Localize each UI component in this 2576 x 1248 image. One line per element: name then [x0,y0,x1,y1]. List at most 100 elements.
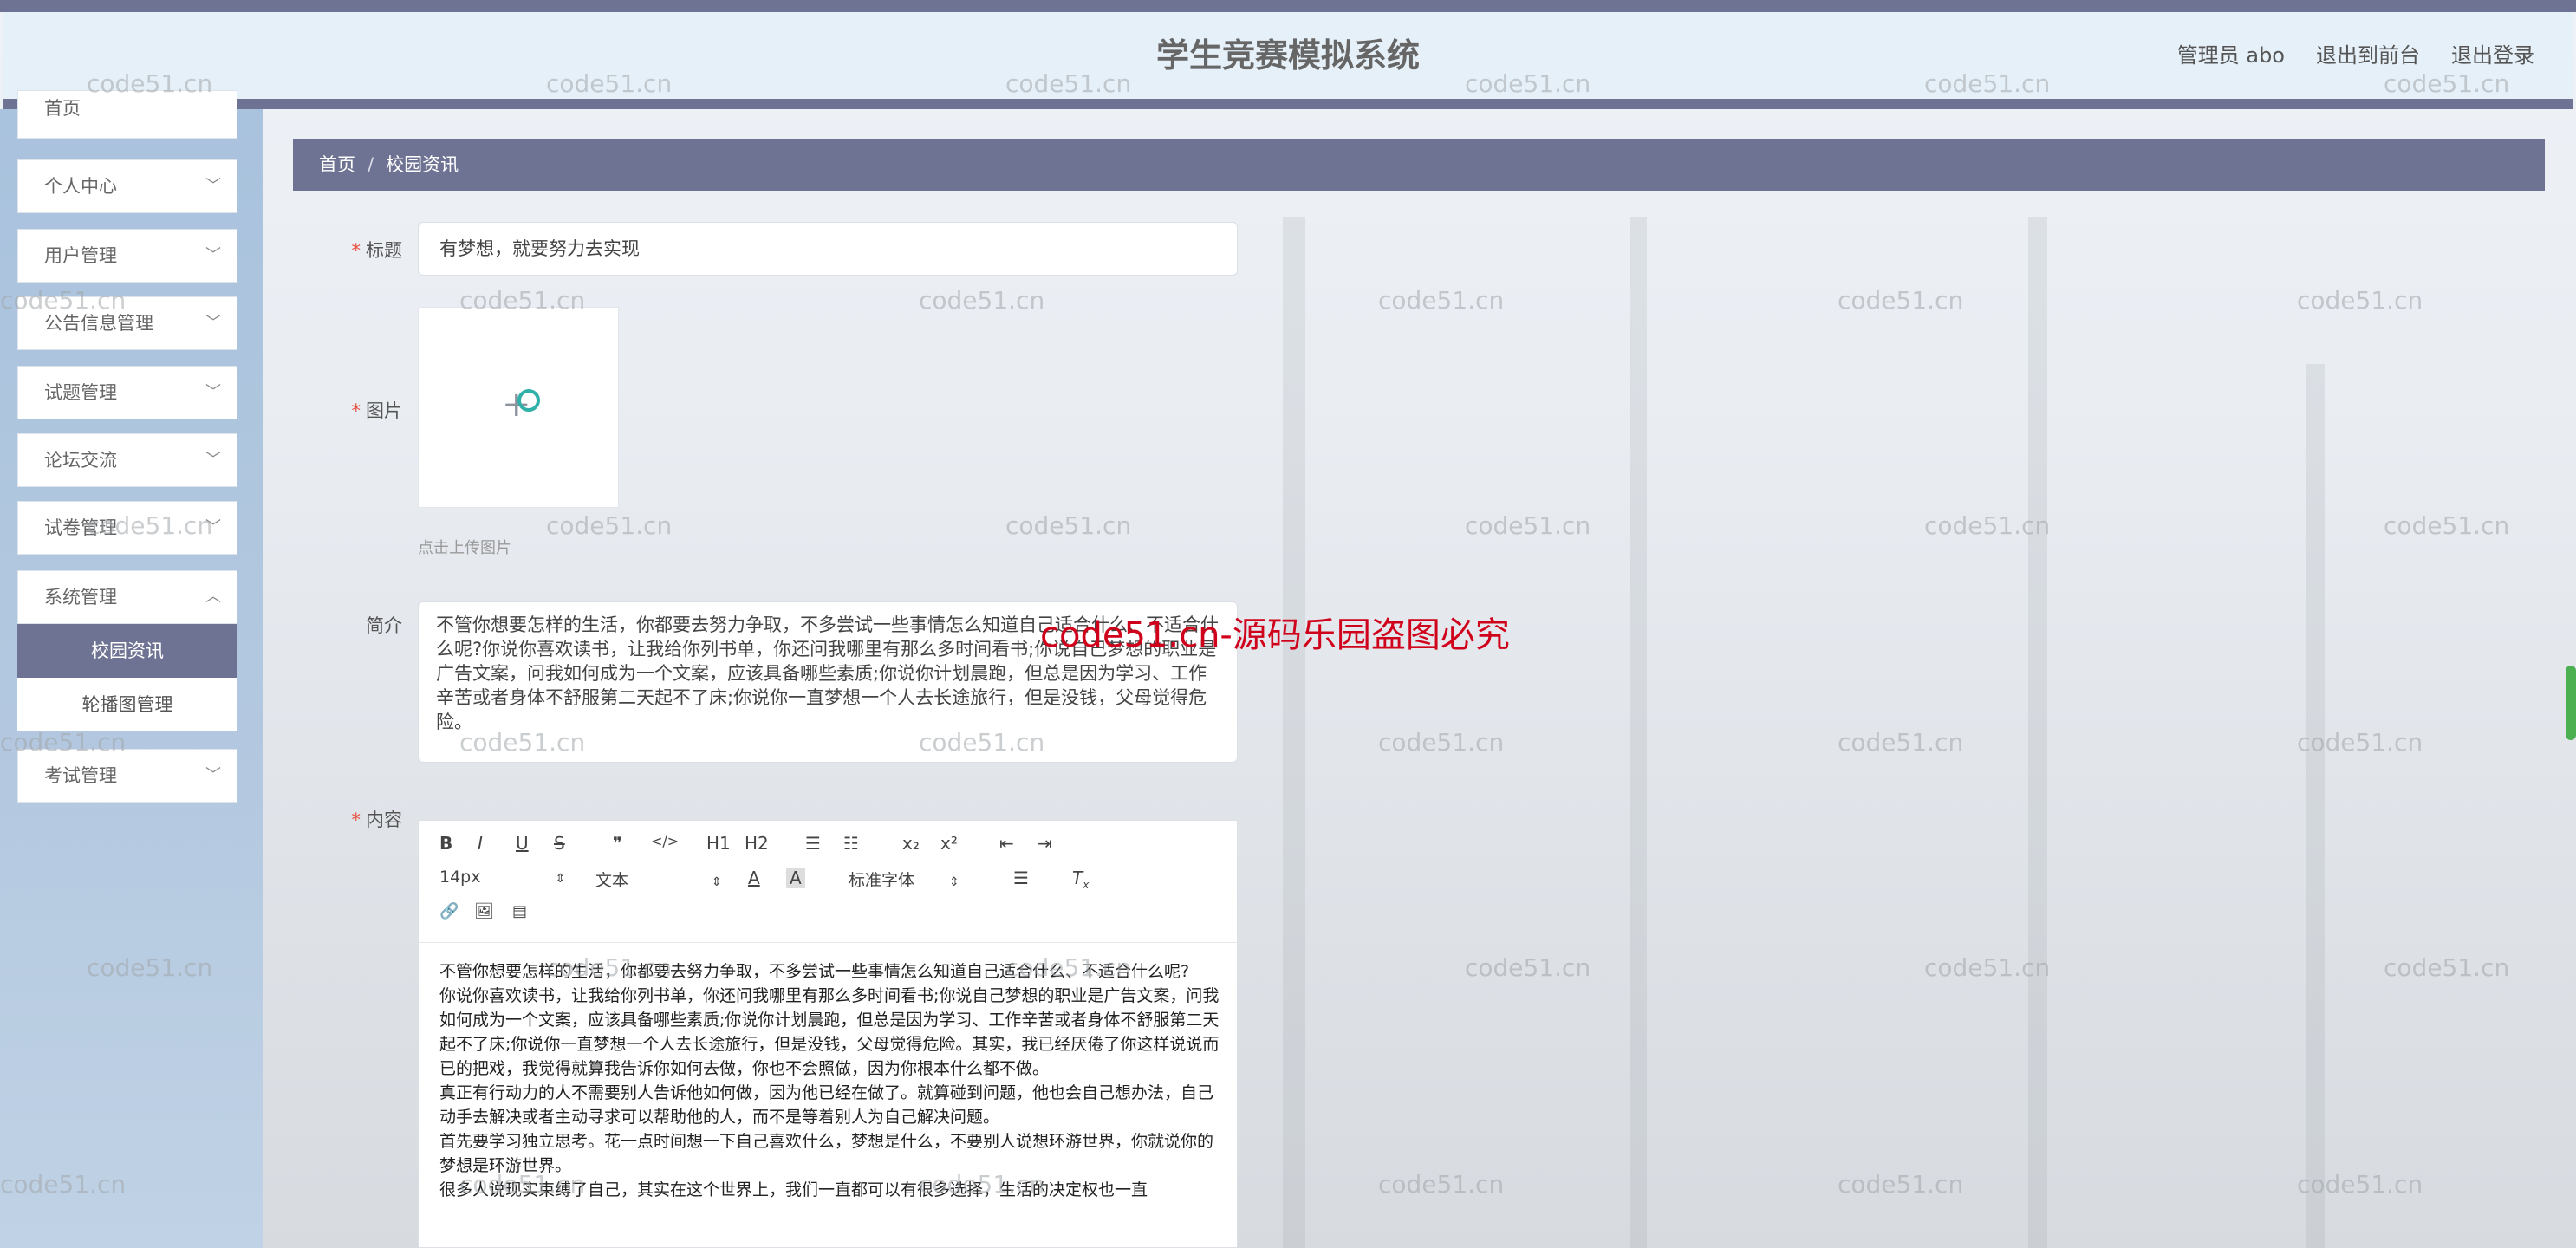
sidebar-item-user-management[interactable]: 用户管理 ﹀ [17,229,237,283]
select-arrow-icon: ⇕ [555,872,566,886]
select-arrow-icon: ⇕ [949,875,959,889]
chevron-down-icon: ﹀ [205,383,221,401]
underline-button[interactable]: U [516,833,529,854]
watermark-text: code51.cn [546,511,673,540]
background-pole [2028,217,2047,1248]
subscript-button[interactable]: x₂ [902,833,920,854]
title-label: * 标题 [351,240,403,261]
font-color-icon[interactable]: A [748,868,760,888]
image-uploader[interactable]: + [418,307,619,508]
watermark-text: code51.cn [1838,728,1964,757]
admin-user-link[interactable]: 管理员 abo [2177,12,2285,99]
chevron-down-icon: ﹀ [205,518,221,536]
chevron-down-icon: ﹀ [205,314,221,332]
superscript-button[interactable]: x² [940,833,958,854]
strike-button[interactable]: S [554,833,565,854]
font-family-select[interactable]: 标准字体 ⇕ [849,868,959,891]
submenu-item-carousel-management[interactable]: 轮播图管理 [17,678,237,731]
image-icon[interactable]: 🖼 [474,902,494,920]
sidebar-item-label: 试题管理 [44,382,117,403]
background-pole [1283,217,1305,1248]
select-arrow-icon: ⇕ [712,875,722,889]
header: 学生竞赛模拟系统 管理员 abo 退出到前台 退出登录 [3,12,2573,109]
scrollbar-thumb[interactable] [2566,666,2576,740]
sidebar-item-exam-management[interactable]: 考试管理 ﹀ [17,749,237,803]
sidebar-item-home[interactable]: 首页 [17,90,237,139]
watermark-text: code51.cn [1378,728,1505,757]
editor-paragraph: 真正有行动力的人不需要别人告诉他如何做，因为他已经在做了。就算碰到问题，他也会自… [439,1083,1214,1127]
background-pole [1630,217,1647,1248]
sidebar-item-forum[interactable]: 论坛交流 ﹀ [17,433,237,487]
font-size-select[interactable]: 14px ⇕ [439,868,565,887]
top-strip [0,0,2576,12]
editor-paragraph: 很多人说现实束缚了自己，其实在这个世界上，我们一直都可以有很多选择，生活的决定权… [439,1180,1148,1199]
watermark-text: code51.cn [1005,511,1132,540]
breadcrumb-current: 校园资讯 [386,154,459,175]
heading1-button[interactable]: H1 [706,833,731,854]
sidebar-item-label: 个人中心 [44,176,117,197]
watermark-text: code51.cn [1838,1170,1964,1199]
chevron-down-icon: ﹀ [205,177,221,195]
text-type-select[interactable]: 文本 ⇕ [595,868,722,891]
editor-paragraph: 你说你喜欢读书，让我给你列书单，你还问我哪里有那么多时间看书;你说自己梦想的职业… [439,986,1220,1078]
back-to-frontend-link[interactable]: 退出到前台 [2316,12,2420,99]
image-label: * 图片 [351,400,403,421]
background-color-icon[interactable]: A [786,868,805,888]
code-block-icon[interactable]: </> [651,833,679,849]
outdent-icon[interactable]: ⇤ [999,833,1014,854]
sidebar-item-question-management[interactable]: 试题管理 ﹀ [17,366,237,419]
indent-icon[interactable]: ⇥ [1038,833,1052,854]
sidebar-item-label: 首页 [44,98,81,119]
watermark-text: code51.cn [1465,953,1591,982]
sidebar: 首页 个人中心 ﹀ 用户管理 ﹀ 公告信息管理 ﹀ 试题管理 ﹀ 论坛交流 ﹀ … [0,90,263,1248]
sidebar-item-label: 试卷管理 [44,517,117,538]
chevron-up-icon: ︿ [205,588,221,606]
clear-format-icon[interactable]: Tx [1072,868,1089,891]
sidebar-item-personal-center[interactable]: 个人中心 ﹀ [17,159,237,213]
sidebar-item-notice-management[interactable]: 公告信息管理 ﹀ [17,296,237,350]
bullet-list-icon[interactable]: ☷ [843,833,859,854]
header-links: 管理员 abo 退出到前台 退出登录 [2177,12,2534,99]
watermark-text: code51.cn [1465,511,1591,540]
logout-link[interactable]: 退出登录 [2451,12,2534,99]
editor-toolbar: B I U S ❞ </> H1 H2 ☰ ☷ x₂ x² ⇤ ⇥ 14px ⇕ … [419,821,1237,943]
background-pole [2306,364,2325,1248]
content-label: * 内容 [351,809,403,830]
watermark-text: code51.cn [2384,511,2510,540]
watermark-text: code51.cn [2384,953,2510,982]
sidebar-item-label: 考试管理 [44,765,117,786]
sidebar-item-system-management[interactable]: 系统管理 ︿ [17,570,237,624]
upload-hint: 点击上传图片 [418,539,511,557]
watermark-text: code51.cn [919,286,1045,315]
blockquote-icon[interactable]: ❞ [613,833,622,854]
watermark-text: code51.cn [1378,286,1505,315]
breadcrumb: 首页 / 校园资讯 [293,139,2545,191]
editor-paragraph: 首先要学习独立思考。花一点时间想一下自己喜欢什么，梦想是什么，不要别人说想环游世… [439,1132,1214,1175]
sidebar-item-paper-management[interactable]: 试卷管理 ﹀ [17,501,237,555]
watermark-text: code51.cn [2297,286,2423,315]
breadcrumb-home[interactable]: 首页 [319,154,355,175]
align-icon[interactable]: ☰ [1013,868,1029,888]
sidebar-item-label: 用户管理 [44,245,117,266]
intro-label: 简介 [366,615,402,636]
video-icon[interactable]: ▤ [512,902,527,920]
sidebar-item-label: 论坛交流 [44,450,117,471]
editor-paragraph: 不管你想要怎样的生活，你都要去努力争取，不多尝试一些事情怎么知道自己适合什么、不… [439,962,1190,981]
red-watermark: code51.cn-源码乐园盗图必究 [1040,615,1510,655]
heading2-button[interactable]: H2 [745,833,769,854]
breadcrumb-separator: / [368,154,374,175]
editor-content[interactable]: 不管你想要怎样的生活，你都要去努力争取，不多尝试一些事情怎么知道自己适合什么、不… [439,959,1220,1202]
italic-button[interactable]: I [478,833,483,854]
title-input[interactable]: 有梦想，就要努力去实现 [418,222,1238,276]
bold-button[interactable]: B [439,833,452,854]
sidebar-item-label: 公告信息管理 [44,313,153,334]
link-icon[interactable]: 🔗 [439,902,459,920]
system-submenu: 校园资讯 轮播图管理 [17,624,237,731]
ordered-list-icon[interactable]: ☰ [805,833,821,854]
chevron-down-icon: ﹀ [205,451,221,469]
chevron-down-icon: ﹀ [205,766,221,784]
watermark-text: code51.cn [1378,1170,1505,1199]
sidebar-item-label: 系统管理 [44,587,117,608]
submenu-item-campus-news[interactable]: 校园资讯 [17,624,237,678]
rich-text-editor[interactable]: B I U S ❞ </> H1 H2 ☰ ☷ x₂ x² ⇤ ⇥ 14px ⇕ … [418,820,1238,1248]
